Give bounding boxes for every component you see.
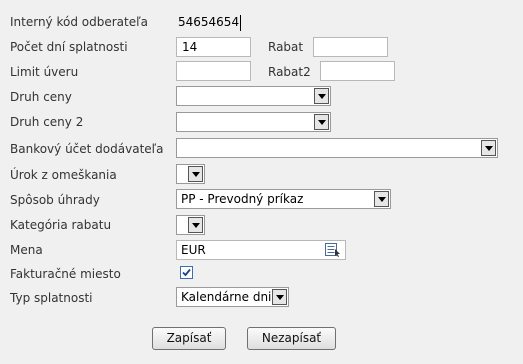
chevron-down-icon[interactable] <box>188 166 203 182</box>
payment-method-select[interactable]: PP - Prevodný príkaz <box>176 189 391 209</box>
internal-code-input[interactable]: 54654654 <box>176 13 246 33</box>
calendar-list-icon[interactable] <box>325 243 341 257</box>
discount2-input[interactable] <box>320 61 395 81</box>
price-type2-select[interactable] <box>176 112 331 132</box>
price-type2-label: Druh ceny 2 <box>10 115 84 129</box>
credit-limit-input[interactable] <box>176 61 251 81</box>
currency-label: Mena <box>10 243 43 257</box>
chevron-down-icon[interactable] <box>272 289 287 305</box>
chevron-down-icon[interactable] <box>374 191 389 207</box>
supplier-account-select[interactable] <box>176 138 498 158</box>
currency-value: EUR <box>181 243 206 257</box>
payment-method-label: Spôsob úhrady <box>10 193 100 207</box>
invoice-place-label: Fakturačné miesto <box>10 267 121 281</box>
chevron-down-icon[interactable] <box>188 217 203 233</box>
payment-method-value: PP - Prevodný príkaz <box>181 192 304 206</box>
late-interest-select[interactable] <box>176 164 205 184</box>
discount2-label: Rabat2 <box>268 65 311 79</box>
discount-category-select[interactable] <box>176 215 205 235</box>
supplier-account-label: Bankový účet dodávateľa <box>10 142 164 156</box>
chevron-down-icon[interactable] <box>314 88 329 104</box>
discount-input[interactable] <box>313 37 388 57</box>
due-type-select[interactable]: Kalendárne dni <box>176 287 289 307</box>
credit-limit-label: Limit úveru <box>10 65 79 79</box>
discount-label: Rabat <box>268 40 304 54</box>
chevron-down-icon[interactable] <box>481 140 496 156</box>
price-type-select[interactable] <box>176 86 331 106</box>
save-button[interactable]: Zapísať <box>152 327 226 350</box>
due-days-label: Počet dní splatnosti <box>10 40 128 54</box>
due-days-input[interactable]: 14 <box>176 37 251 57</box>
invoice-place-checkbox[interactable] <box>180 266 193 279</box>
checkmark-icon <box>182 268 191 277</box>
internal-code-label: Interný kód odberateľa <box>10 15 148 29</box>
price-type-label: Druh ceny <box>10 90 72 104</box>
text-cursor <box>240 15 241 31</box>
chevron-down-icon[interactable] <box>314 114 329 130</box>
late-interest-label: Úrok z omeškania <box>10 168 117 182</box>
cancel-button[interactable]: Nezapísať <box>247 327 336 350</box>
due-type-value: Kalendárne dni <box>181 290 272 304</box>
due-type-label: Typ splatnosti <box>10 291 93 305</box>
currency-input[interactable]: EUR <box>176 240 346 260</box>
discount-category-label: Kategória rabatu <box>10 218 112 232</box>
